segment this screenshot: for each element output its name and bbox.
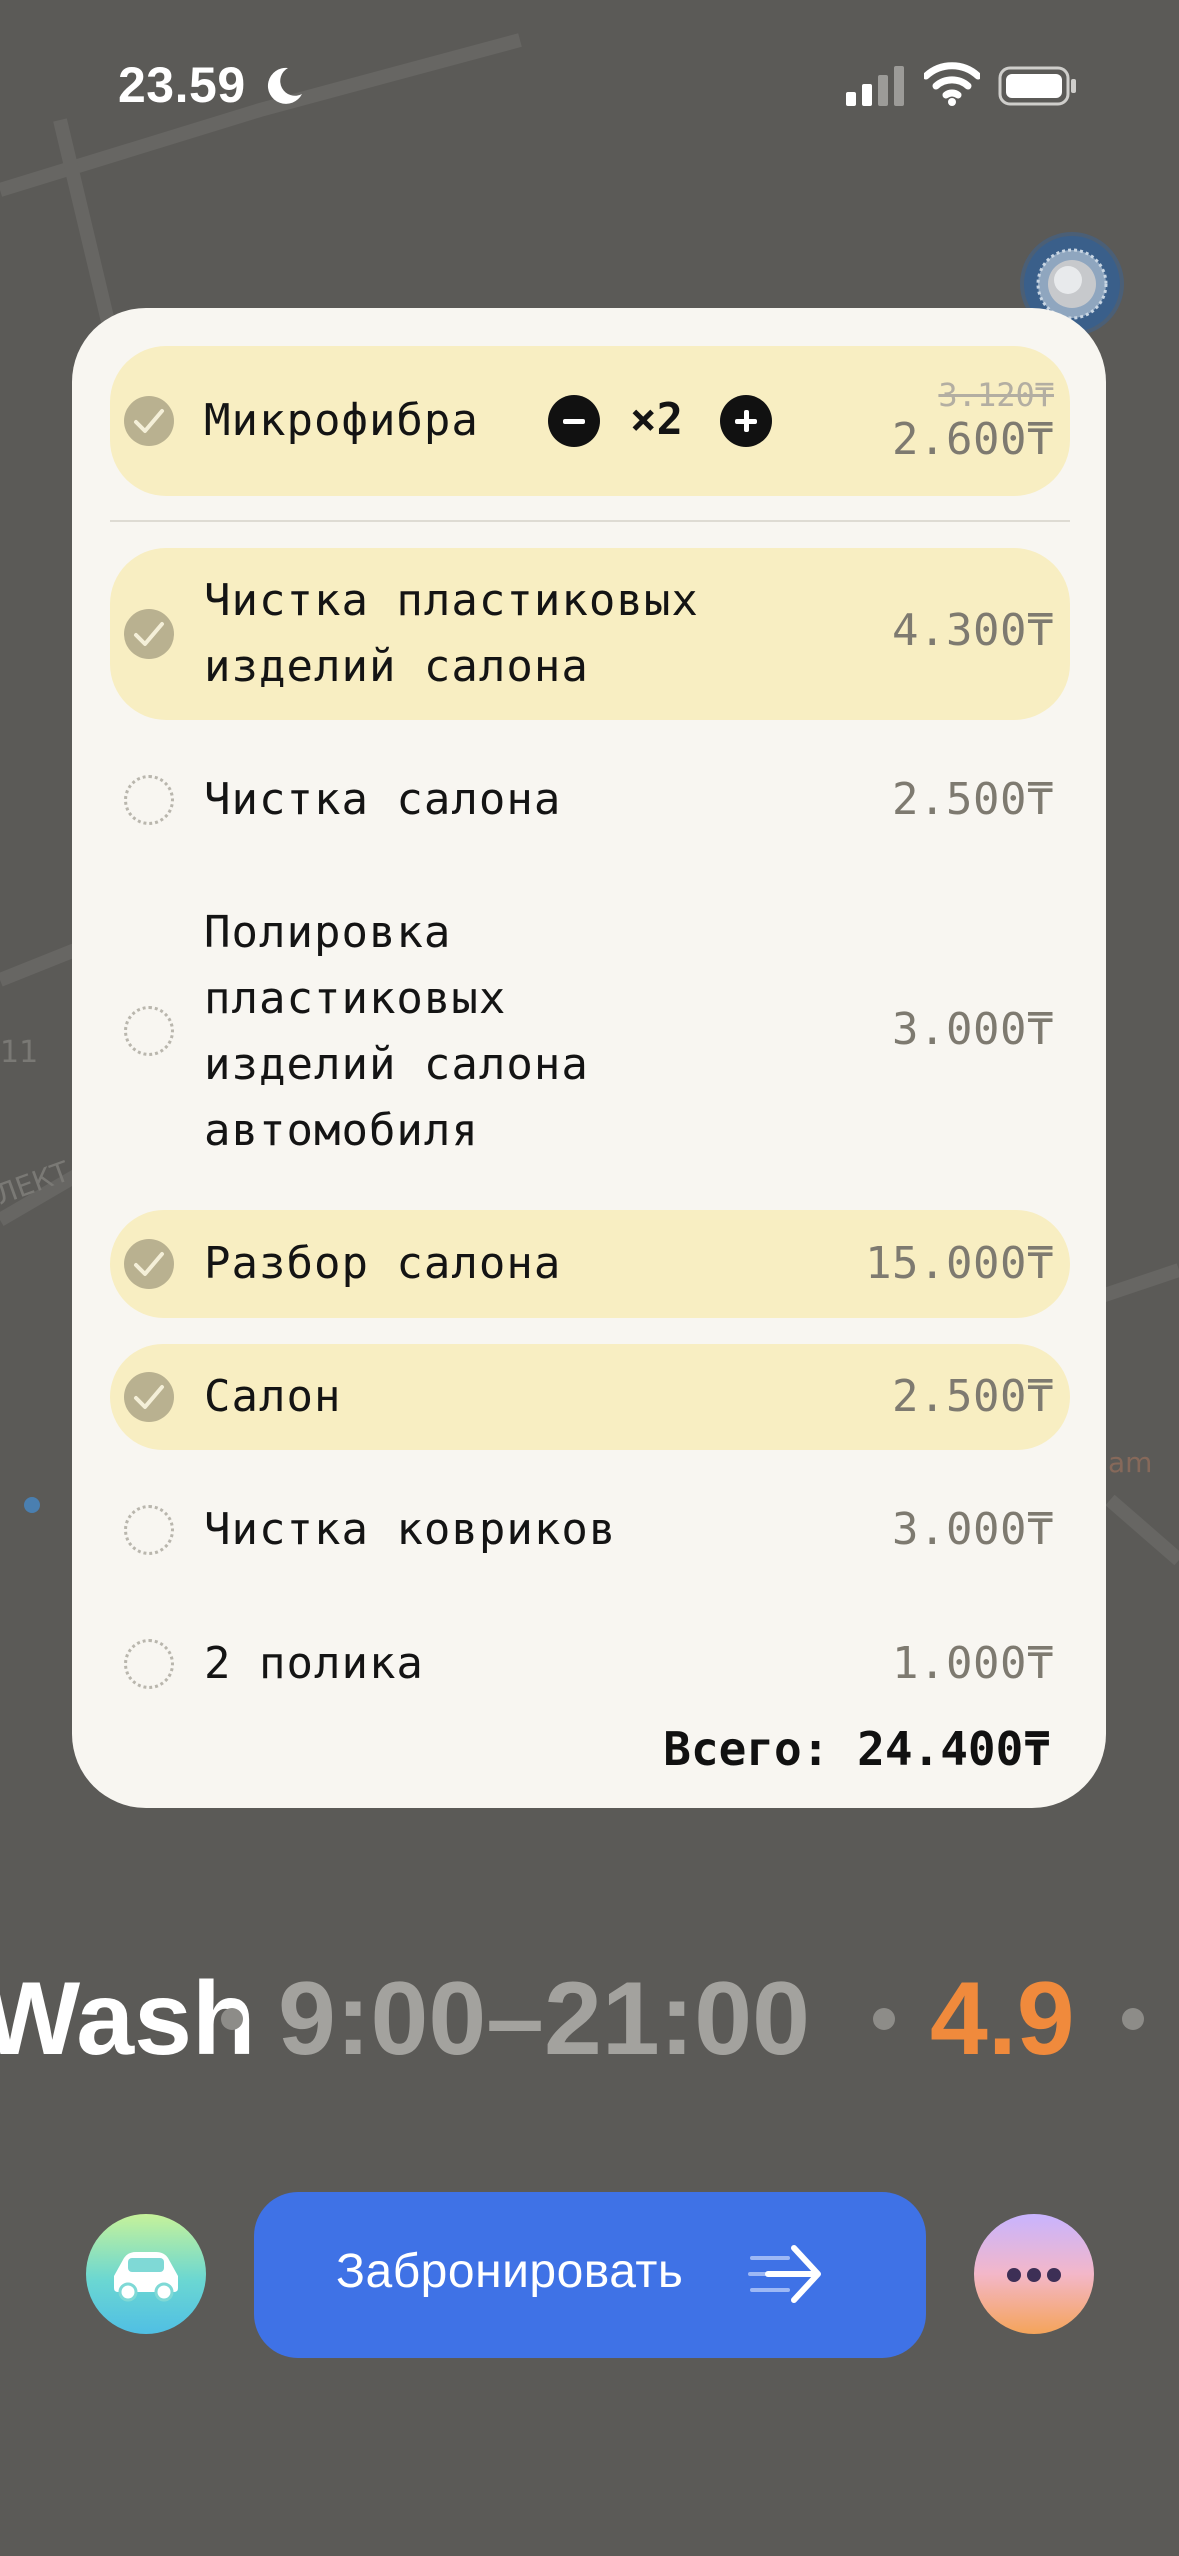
minus-icon	[563, 419, 585, 424]
service-label: Чистка салона	[204, 774, 562, 825]
service-row-microfiber[interactable]: Микрофибра ×2 3.120₸ 2.600₸	[110, 346, 1070, 496]
moon-icon	[267, 67, 302, 104]
checkmark-icon[interactable]	[124, 396, 174, 446]
separator-dot	[873, 2008, 895, 2030]
plus-icon	[735, 410, 757, 432]
service-row-plastic-polishing[interactable]: Полировка пластиковых изделий салона авт…	[110, 882, 1070, 1182]
service-price: 3.000₸	[892, 1004, 1054, 1055]
select-car-button[interactable]	[86, 2214, 206, 2334]
total-amount: Всего: 24.400₸	[663, 1722, 1051, 1776]
service-price: 4.300₸	[892, 605, 1054, 656]
car-wash-info: Wash 9:00–21:00 4.9	[0, 1960, 1179, 2080]
service-row-two-mats[interactable]: 2 полика 1.000₸	[110, 1612, 1070, 1716]
service-label: Микрофибра	[204, 395, 479, 446]
car-icon	[114, 2252, 178, 2302]
more-dots-icon	[1047, 2268, 1061, 2282]
service-row-salon[interactable]: Салон 2.500₸	[110, 1344, 1070, 1450]
service-price: 2.500₸	[892, 1371, 1054, 1422]
service-price: 2.500₸	[892, 774, 1054, 825]
unchecked-circle-icon[interactable]	[124, 775, 174, 825]
status-time: 23.59	[118, 57, 246, 113]
unchecked-circle-icon[interactable]	[124, 1639, 174, 1689]
service-label: 2 полика	[204, 1638, 424, 1689]
svg-text:11: 11	[0, 1035, 38, 1070]
increase-quantity-button[interactable]	[720, 395, 772, 447]
book-button[interactable]: Забронировать	[254, 2192, 926, 2358]
service-row-interior-disassembly[interactable]: Разбор салона 15.000₸	[110, 1210, 1070, 1318]
wifi-icon	[924, 62, 980, 106]
cellular-signal-icon	[846, 66, 904, 106]
battery-icon	[998, 66, 1076, 106]
service-label: Чистка пластиковых изделий салона	[204, 575, 699, 692]
service-label: Салон	[204, 1371, 342, 1422]
business-name: Wash	[0, 1961, 256, 2077]
quantity-value: ×2	[630, 394, 683, 445]
rating-value: 4.9	[930, 1961, 1075, 2077]
separator-dot	[221, 2008, 243, 2030]
checkmark-icon[interactable]	[124, 1239, 174, 1289]
divider	[110, 520, 1070, 522]
decrease-quantity-button[interactable]	[548, 395, 600, 447]
unchecked-circle-icon[interactable]	[124, 1006, 174, 1056]
service-row-plastic-cleaning[interactable]: Чистка пластиковых изделий салона 4.300₸	[110, 548, 1070, 720]
service-price: 15.000₸	[865, 1238, 1054, 1289]
svg-text:am: am	[1108, 1446, 1152, 1479]
arrow-right-icon	[748, 2245, 821, 2303]
more-options-button[interactable]	[974, 2214, 1094, 2334]
original-price: 3.120₸	[938, 376, 1054, 414]
service-row-interior-cleaning[interactable]: Чистка салона 2.500₸	[110, 750, 1070, 850]
service-price: 3.000₸	[892, 1504, 1054, 1555]
book-button-label: Забронировать	[336, 2245, 684, 2298]
service-label: Чистка ковриков	[204, 1504, 617, 1555]
service-price: 1.000₸	[892, 1638, 1054, 1689]
service-row-mat-cleaning[interactable]: Чистка ковриков 3.000₸	[110, 1478, 1070, 1582]
separator-dot	[1122, 2008, 1144, 2030]
service-label: Разбор салона	[204, 1238, 562, 1289]
service-price: 2.600₸	[892, 414, 1054, 465]
checkmark-icon[interactable]	[124, 609, 174, 659]
opening-hours: 9:00–21:00	[278, 1961, 810, 2077]
more-dots-icon	[1027, 2268, 1041, 2282]
more-dots-icon	[1007, 2268, 1021, 2282]
service-label: Полировка пластиковых изделий салона авт…	[204, 907, 589, 1156]
unchecked-circle-icon[interactable]	[124, 1505, 174, 1555]
checkmark-icon[interactable]	[124, 1372, 174, 1422]
